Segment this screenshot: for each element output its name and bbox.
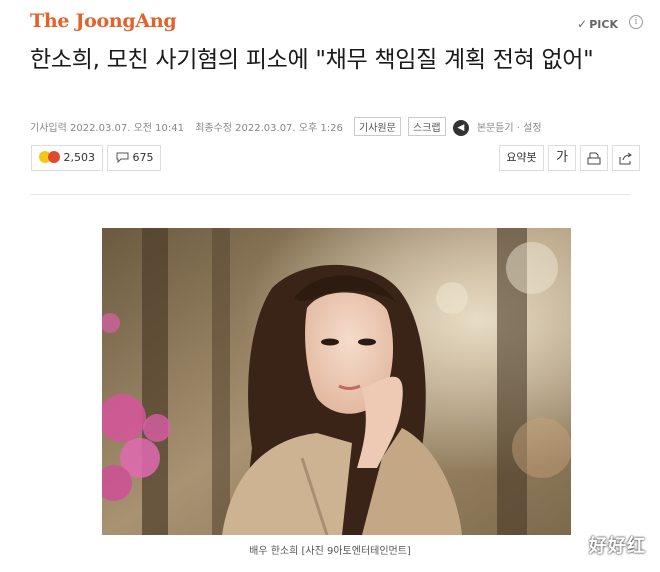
share-button[interactable] [612,145,640,171]
print-button[interactable] [580,145,608,171]
pick-label: PICK [589,18,618,31]
original-article-button[interactable]: 기사원문 [354,117,401,136]
comment-button[interactable]: 675 [107,145,161,171]
summary-bot-button[interactable]: 요약봇 [499,145,544,171]
site-header: The JoongAng ✓ PICK i [0,0,660,50]
pick-badge[interactable]: ✓ PICK [577,17,618,31]
check-icon: ✓ [577,17,588,31]
font-size-button[interactable]: 가 [548,145,576,171]
angry-emoji-icon [48,151,60,163]
photo-caption: 배우 한소희 [사진 9아토엔터테인먼트] [249,546,411,557]
article-meta: 기사입력 2022.03.07. 오전 10:41 최종수정 2022.03.0… [30,117,550,136]
reaction-button[interactable]: 2,503 [31,145,103,171]
watermark: 好好红 [589,536,646,557]
print-icon [587,152,601,164]
header-divider [30,194,630,195]
modified-date: 최종수정 2022.03.07. 오후 1:26 [195,123,343,134]
share-icon [619,152,632,164]
published-date: 기사입력 2022.03.07. 오전 10:41 [30,123,184,134]
comment-count: 675 [132,151,154,164]
site-logo[interactable]: The JoongAng [30,10,177,32]
comment-icon [116,152,129,163]
actress-photo [102,228,571,535]
scrap-button[interactable]: 스크랩 [408,117,446,136]
listen-settings-link[interactable]: 본문듣기 · 설정 [477,123,542,134]
speaker-icon[interactable]: ◀ [452,120,469,136]
reaction-count: 2,503 [63,151,96,164]
article-photo [102,228,571,535]
info-icon[interactable]: i [629,15,643,29]
article-headline: 한소희, 모친 사기혐의 피소에 "채무 책임질 계획 전혀 없어" [30,47,594,73]
